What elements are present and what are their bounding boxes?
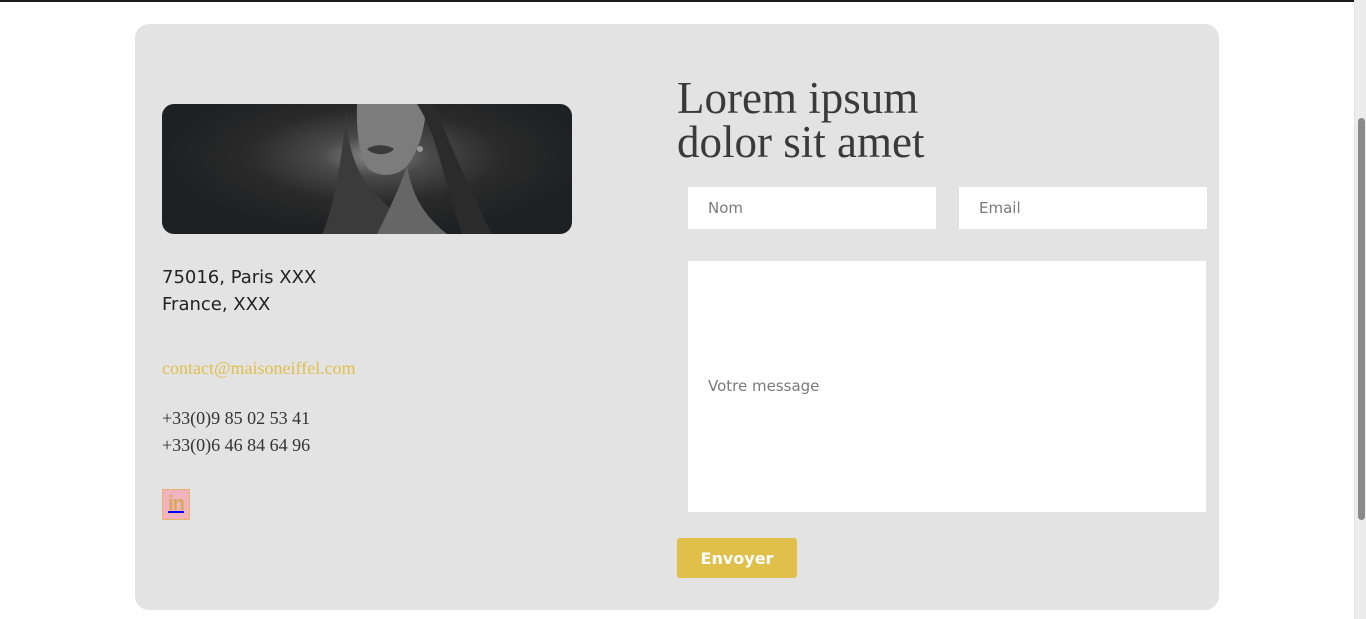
phone-number: +33(0)9 85 02 53 41 [162,408,311,428]
heading-line: Lorem ipsum [677,73,919,123]
top-border [0,0,1354,2]
phone-number: +33(0)6 46 84 64 96 [162,435,311,455]
message-textarea[interactable] [688,261,1206,512]
email-input[interactable] [959,187,1207,229]
contact-email-link[interactable]: contact@maisoneiffel.com [162,358,356,379]
scrollbar[interactable] [1354,0,1366,619]
linkedin-icon[interactable]: in [162,489,190,520]
heading-line: dolor sit amet [677,117,925,167]
address-line: 75016, Paris XXX [162,267,317,288]
address-line: France, XXX [162,294,271,315]
form-heading: Lorem ipsum dolor sit amet [677,73,1097,167]
hero-image [162,104,572,234]
address: 75016, Paris XXX France, XXX [162,264,562,318]
phone-numbers: +33(0)9 85 02 53 41 +33(0)6 46 84 64 96 [162,405,310,459]
send-button[interactable]: Envoyer [677,538,797,578]
scrollbar-thumb[interactable] [1358,118,1365,520]
contact-card: 75016, Paris XXX France, XXX contact@mai… [135,24,1219,610]
linkedin-icon-label: in [168,493,185,515]
name-input[interactable] [688,187,936,229]
